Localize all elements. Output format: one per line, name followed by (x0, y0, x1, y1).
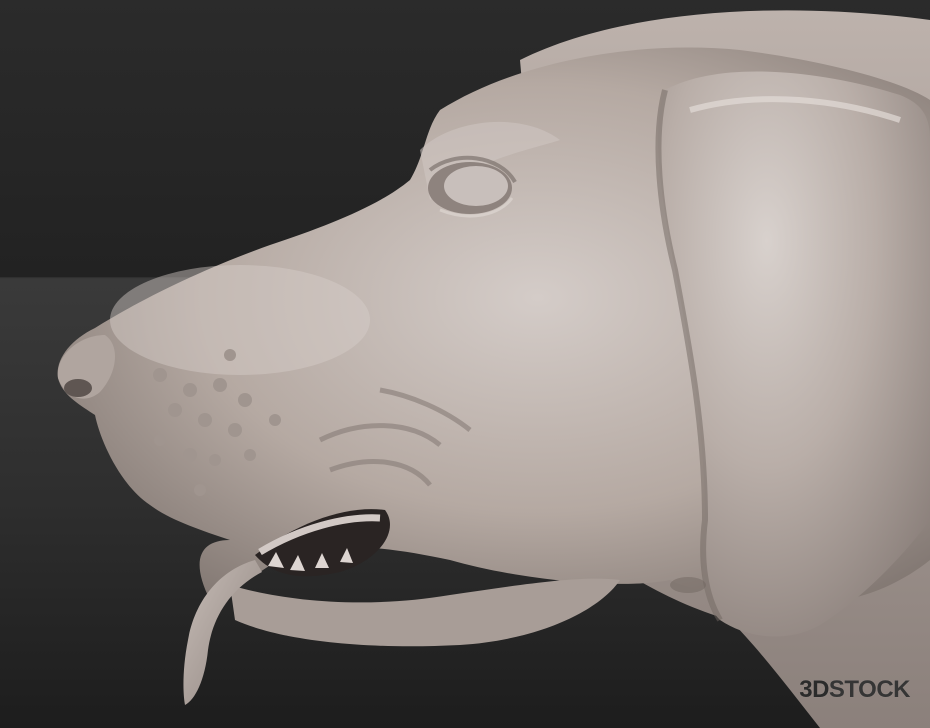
lower-jaw (230, 578, 620, 647)
watermark-prefix: 3D (799, 676, 829, 703)
watermark-logo: 3DSTOCK (799, 678, 910, 702)
muzzle-highlight (110, 265, 370, 375)
dog-head-sculpt (57, 10, 930, 728)
tongue (183, 560, 262, 705)
watermark-suffix: STOCK (828, 676, 911, 703)
collar-hint (670, 577, 706, 593)
render-viewport: 3DSTOCK (0, 0, 930, 728)
